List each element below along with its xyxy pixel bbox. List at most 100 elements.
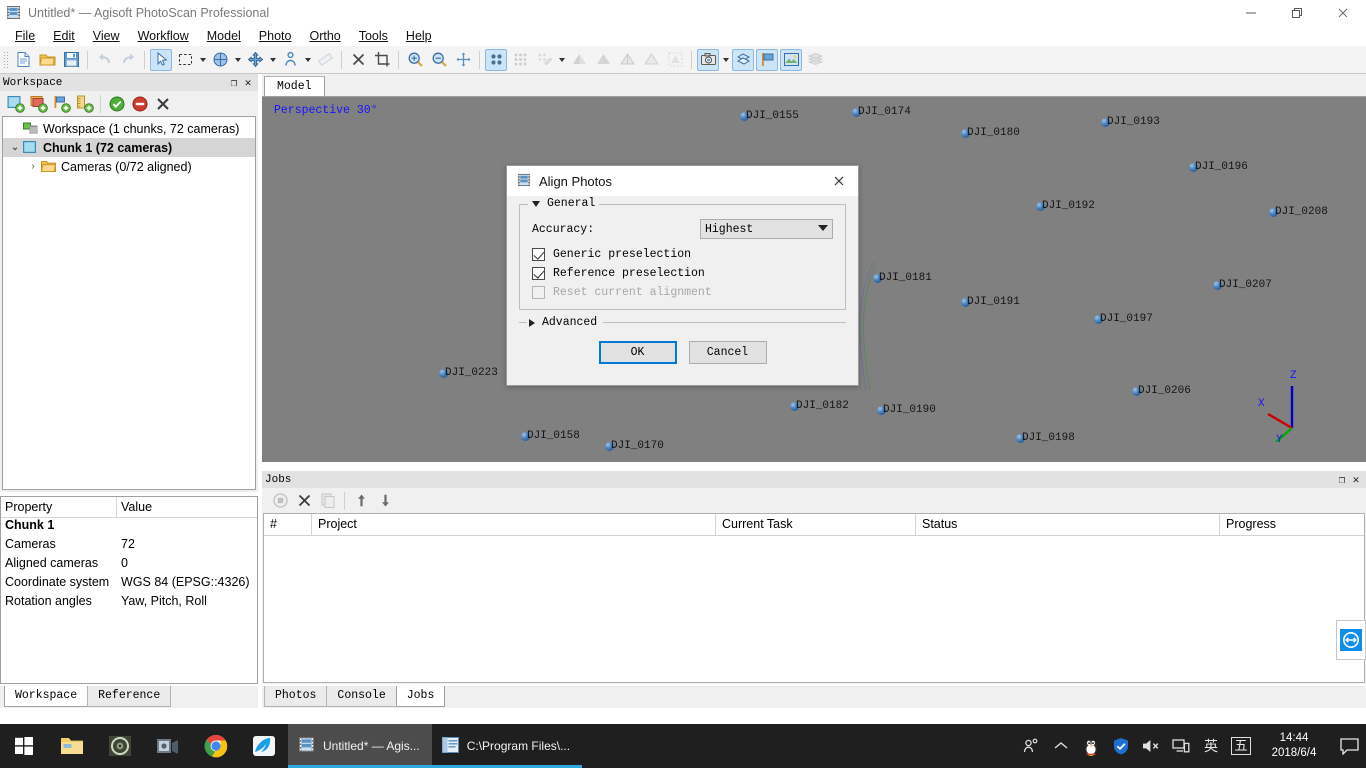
tab-jobs[interactable]: Jobs — [395, 686, 446, 707]
rectangle-select-icon[interactable] — [174, 49, 196, 71]
jobs-float-button[interactable]: ❐ — [1335, 472, 1349, 487]
undo-icon[interactable] — [93, 49, 115, 71]
camera-marker[interactable]: DJI_0174 — [852, 107, 911, 118]
camera-marker[interactable]: DJI_0198 — [1016, 433, 1075, 444]
toolbar-grip[interactable] — [3, 50, 9, 69]
disable-icon[interactable] — [129, 93, 150, 114]
triangle-right-icon[interactable] — [529, 318, 535, 327]
chevron-right-icon[interactable]: › — [25, 161, 41, 172]
move-down-icon[interactable] — [374, 490, 396, 512]
camera-marker[interactable]: DJI_0158 — [521, 431, 580, 442]
confidence-icon[interactable] — [664, 49, 686, 71]
jobs-table[interactable]: # Project Current Task Status Progress — [263, 513, 1365, 683]
security-shield-icon[interactable] — [1106, 724, 1136, 768]
menu-ortho[interactable]: Ortho — [300, 27, 349, 45]
open-folder-icon[interactable] — [36, 49, 58, 71]
place-marker-icon[interactable] — [279, 49, 301, 71]
action-center-icon[interactable] — [1332, 724, 1366, 768]
menu-tools[interactable]: Tools — [350, 27, 397, 45]
camera-marker[interactable]: DJI_0182 — [790, 401, 849, 412]
chevron-down-icon[interactable] — [267, 49, 278, 71]
flag-icon[interactable] — [756, 48, 778, 71]
jobs-column-number[interactable]: # — [264, 514, 312, 535]
close-button[interactable] — [1320, 0, 1366, 25]
shaded-model-icon[interactable] — [568, 49, 590, 71]
zoom-out-icon[interactable] — [428, 49, 450, 71]
ruler-icon[interactable] — [314, 49, 336, 71]
stop-job-icon[interactable] — [269, 490, 291, 512]
move-up-icon[interactable] — [350, 490, 372, 512]
dense-cloud-classes-icon[interactable] — [533, 49, 555, 71]
chevron-down-icon[interactable] — [720, 49, 731, 71]
add-chunk-icon[interactable] — [5, 93, 26, 114]
new-document-icon[interactable] — [12, 49, 34, 71]
generic-preselection-checkbox[interactable] — [532, 248, 545, 261]
chevron-down-icon[interactable] — [232, 49, 243, 71]
remove-icon[interactable] — [152, 93, 173, 114]
show-hidden-icons-chevron[interactable] — [1046, 724, 1076, 768]
camera-marker[interactable]: DJI_0180 — [961, 128, 1020, 139]
cancel-button[interactable]: Cancel — [688, 341, 767, 364]
remove-job-icon[interactable] — [293, 490, 315, 512]
menu-view[interactable]: View — [84, 27, 129, 45]
ime-mode-icon[interactable]: 五 — [1226, 724, 1256, 768]
workspace-close-button[interactable]: ✕ — [241, 75, 255, 90]
tab-photos[interactable]: Photos — [264, 686, 328, 707]
navigate-icon[interactable] — [209, 49, 231, 71]
enable-icon[interactable] — [106, 93, 127, 114]
taskbar-item-photoscan[interactable]: Untitled* — Agis... — [288, 724, 432, 768]
foxmail-icon[interactable] — [240, 724, 288, 768]
tree-item-chunk-1[interactable]: ⌄ Chunk 1 (72 cameras) — [3, 138, 255, 157]
workspace-tree[interactable]: Workspace (1 chunks, 72 cameras) ⌄ Chunk… — [2, 116, 256, 490]
maximize-restore-button[interactable] — [1274, 0, 1320, 25]
reference-preselection-row[interactable]: Reference preselection — [532, 267, 833, 280]
jobs-close-button[interactable]: ✕ — [1349, 472, 1363, 487]
file-explorer-icon[interactable] — [48, 724, 96, 768]
chevron-down-icon[interactable]: ⌄ — [7, 142, 23, 153]
menu-edit[interactable]: Edit — [44, 27, 84, 45]
chevron-down-icon[interactable] — [556, 49, 567, 71]
point-cloud-icon[interactable] — [485, 48, 507, 71]
camera-marker[interactable]: DJI_0192 — [1036, 201, 1095, 212]
advanced-group-header[interactable]: Advanced — [519, 312, 846, 329]
dense-cloud-icon[interactable] — [509, 49, 531, 71]
reset-view-icon[interactable] — [452, 49, 474, 71]
jobs-column-status[interactable]: Status — [916, 514, 1220, 535]
camera-marker[interactable]: DJI_0197 — [1094, 314, 1153, 325]
ime-language-icon[interactable]: 英 — [1196, 724, 1226, 768]
generic-preselection-row[interactable]: Generic preselection — [532, 248, 833, 261]
jobs-column-current-task[interactable]: Current Task — [716, 514, 916, 535]
teamviewer-arrows-icon[interactable] — [1340, 629, 1362, 651]
solid-model-icon[interactable] — [592, 49, 614, 71]
menu-file[interactable]: File — [6, 27, 44, 45]
menu-photo[interactable]: Photo — [250, 27, 301, 45]
dialog-close-button[interactable] — [824, 170, 854, 192]
add-photos-icon[interactable] — [28, 93, 49, 114]
pointer-select-icon[interactable] — [150, 48, 172, 71]
video-tool-icon[interactable] — [144, 724, 192, 768]
tab-console[interactable]: Console — [326, 686, 397, 707]
camera-marker[interactable]: DJI_0196 — [1189, 162, 1248, 173]
align-photos-dialog[interactable]: Align Photos General Accuracy: Highest G… — [506, 165, 859, 386]
camera-marker[interactable]: DJI_0155 — [740, 111, 799, 122]
camera-marker[interactable]: DJI_0193 — [1101, 117, 1160, 128]
accuracy-dropdown[interactable]: Highest — [700, 219, 833, 239]
camera-marker[interactable]: DJI_0170 — [605, 441, 664, 452]
camera-marker[interactable]: DJI_0208 — [1269, 207, 1328, 218]
region-icon[interactable] — [732, 48, 754, 71]
zoom-in-icon[interactable] — [404, 49, 426, 71]
ortho-image-icon[interactable] — [780, 48, 802, 71]
network-icon[interactable] — [1166, 724, 1196, 768]
tree-item-cameras[interactable]: › Cameras (0/72 aligned) — [3, 157, 255, 176]
volume-muted-icon[interactable] — [1136, 724, 1166, 768]
menu-model[interactable]: Model — [198, 27, 250, 45]
delete-icon[interactable] — [347, 49, 369, 71]
minimize-button[interactable] — [1228, 0, 1274, 25]
tiled-model-icon[interactable] — [804, 49, 826, 71]
crop-icon[interactable] — [371, 49, 393, 71]
chevron-down-icon[interactable] — [197, 49, 208, 71]
tree-item-workspace[interactable]: Workspace (1 chunks, 72 cameras) — [3, 119, 255, 138]
copy-job-icon[interactable] — [317, 490, 339, 512]
people-icon[interactable] — [1016, 724, 1046, 768]
taskbar-item-explorer[interactable]: C:\Program Files\... — [431, 724, 583, 768]
